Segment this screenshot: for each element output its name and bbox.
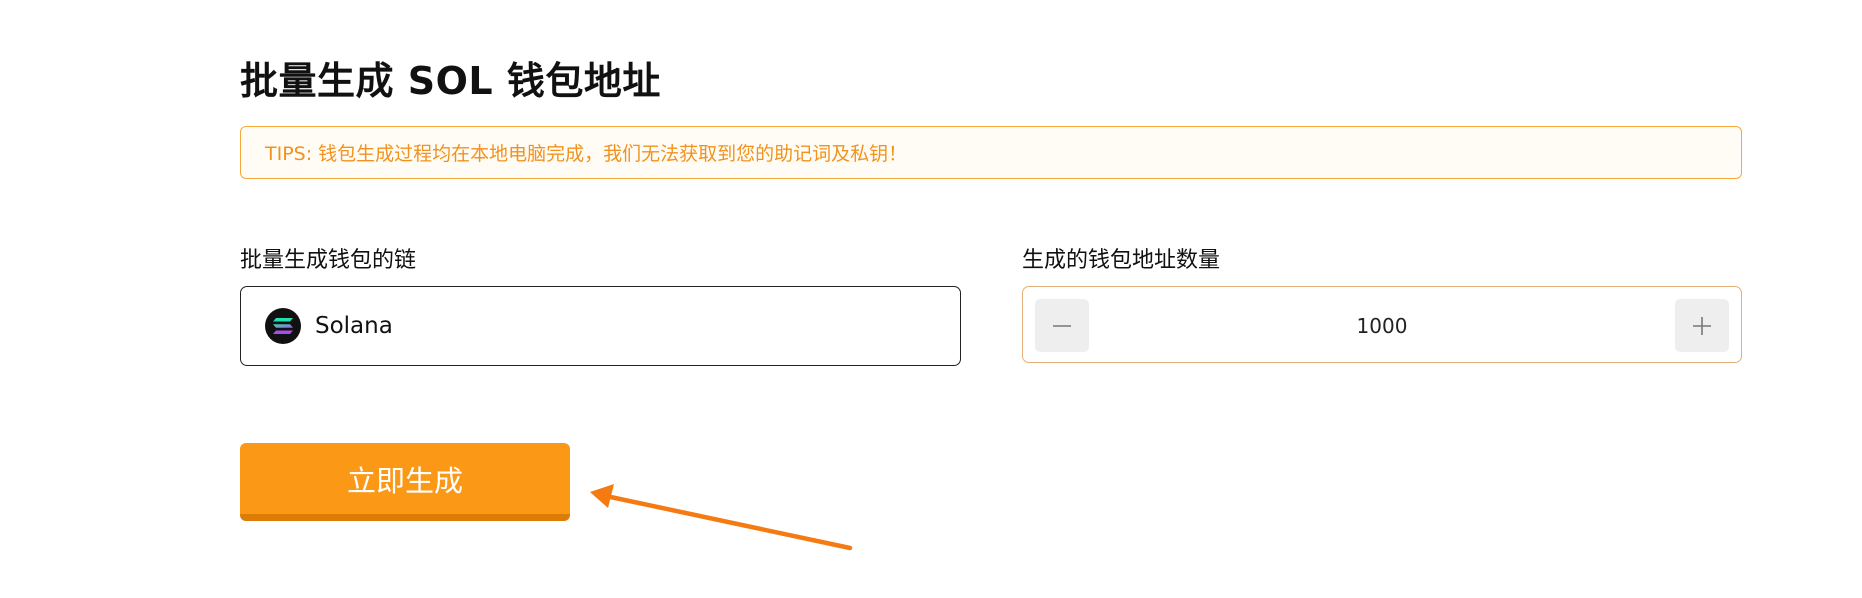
chain-select[interactable]: Solana: [240, 286, 961, 366]
quantity-input[interactable]: [1103, 287, 1661, 364]
tips-banner: TIPS: 钱包生成过程均在本地电脑完成，我们无法获取到您的助记词及私钥！: [240, 126, 1742, 179]
chain-field-label: 批量生成钱包的链: [240, 248, 417, 273]
plus-icon: [1693, 316, 1711, 335]
decrement-button[interactable]: [1035, 299, 1089, 352]
solana-logo-icon: [265, 308, 301, 344]
minus-icon: [1053, 324, 1071, 327]
chain-select-value: Solana: [315, 313, 393, 339]
count-field-label: 生成的钱包地址数量: [1022, 248, 1221, 273]
page: 批量生成 SOL 钱包地址 TIPS: 钱包生成过程均在本地电脑完成，我们无法获…: [0, 0, 1862, 598]
increment-button[interactable]: [1675, 299, 1729, 352]
generate-button[interactable]: 立即生成: [240, 443, 570, 521]
tips-text: TIPS: 钱包生成过程均在本地电脑完成，我们无法获取到您的助记词及私钥！: [265, 143, 908, 165]
page-title: 批量生成 SOL 钱包地址: [240, 59, 661, 103]
quantity-stepper: [1022, 286, 1742, 364]
